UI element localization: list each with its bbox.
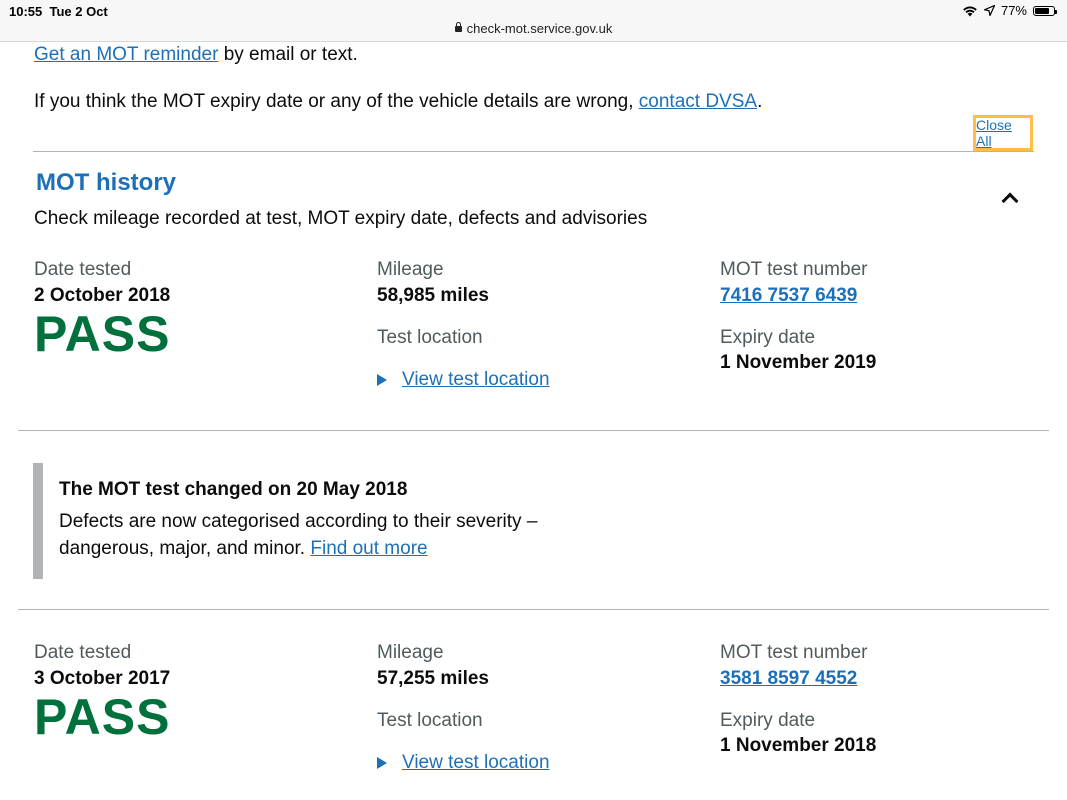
mot-test-number-label: MOT test number <box>720 642 868 663</box>
notice-line-1: Defects are now categorised according to… <box>59 511 538 532</box>
test-result: PASS <box>34 689 171 745</box>
test-location-label: Test location <box>377 710 483 731</box>
mileage-label: Mileage <box>377 642 444 663</box>
chevron-up-icon[interactable] <box>1001 192 1019 210</box>
find-out-more-link[interactable]: Find out more <box>310 538 427 559</box>
location-arrow-icon <box>983 5 995 16</box>
close-all-button[interactable]: Close All <box>973 115 1033 151</box>
notice-line-2: dangerous, major, and minor. Find out mo… <box>59 538 428 559</box>
date-tested-label: Date tested <box>34 259 132 280</box>
reminder-line: Get an MOT reminder by email or text. <box>34 44 358 65</box>
view-test-location-link[interactable]: View test location <box>402 369 550 391</box>
date-tested-value: 2 October 2018 <box>34 285 171 306</box>
date-tested-label: Date tested <box>34 642 132 663</box>
mot-test-number-value: 3581 8597 4552 <box>720 668 857 690</box>
lock-icon <box>454 22 462 32</box>
mot-reminder-link[interactable]: Get an MOT reminder <box>34 44 218 65</box>
battery-icon <box>1033 5 1057 16</box>
notice-title: The MOT test changed on 20 May 2018 <box>59 479 408 500</box>
view-test-location-link[interactable]: View test location <box>402 752 550 774</box>
test-location-label: Test location <box>377 327 483 348</box>
mot-test-number-value: 7416 7537 6439 <box>720 285 857 307</box>
mot-history-heading[interactable]: MOT history <box>36 169 176 197</box>
record-divider <box>18 609 1049 610</box>
details-wrong-line: If you think the MOT expiry date or any … <box>34 91 763 112</box>
expiry-date-value: 1 November 2019 <box>720 352 877 373</box>
status-indicators: 77% <box>962 3 1057 18</box>
browser-status-bar: 10:55 Tue 2 Oct check-mot.service.gov.uk… <box>0 0 1067 42</box>
view-test-location-toggle[interactable]: View test location <box>377 752 550 774</box>
section-divider <box>33 151 1034 152</box>
record-divider <box>18 430 1049 431</box>
contact-dvsa-link[interactable]: contact DVSA <box>639 91 757 112</box>
triangle-right-icon <box>377 374 387 386</box>
mot-history-subtitle: Check mileage recorded at test, MOT expi… <box>34 208 648 229</box>
mot-test-number-link[interactable]: 3581 8597 4552 <box>720 668 857 689</box>
mileage-label: Mileage <box>377 259 444 280</box>
wifi-icon <box>963 5 977 16</box>
expiry-date-label: Expiry date <box>720 327 816 348</box>
status-time: 10:55 Tue 2 Oct <box>9 4 108 19</box>
address-bar[interactable]: check-mot.service.gov.uk <box>0 21 1067 36</box>
battery-percent: 77% <box>1000 3 1027 18</box>
mileage-value: 57,255 miles <box>377 668 489 689</box>
mot-test-number-label: MOT test number <box>720 259 868 280</box>
test-result: PASS <box>34 306 171 362</box>
view-test-location-toggle[interactable]: View test location <box>377 369 550 391</box>
triangle-right-icon <box>377 757 387 769</box>
mot-test-number-link[interactable]: 7416 7537 6439 <box>720 285 857 306</box>
notice-border <box>33 463 43 579</box>
expiry-date-value: 1 November 2018 <box>720 735 877 756</box>
date-tested-value: 3 October 2017 <box>34 668 171 689</box>
url-text: check-mot.service.gov.uk <box>466 21 613 36</box>
expiry-date-label: Expiry date <box>720 710 816 731</box>
mileage-value: 58,985 miles <box>377 285 489 306</box>
